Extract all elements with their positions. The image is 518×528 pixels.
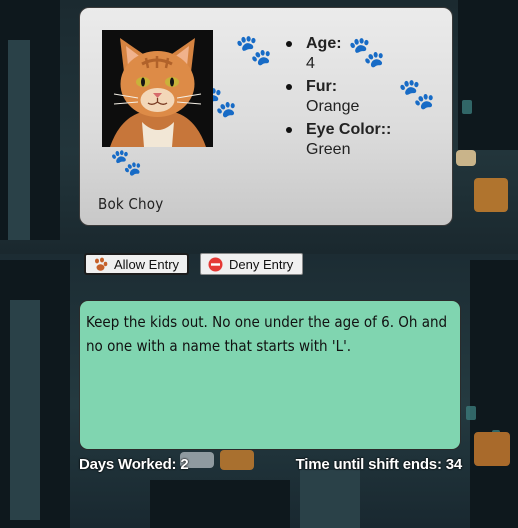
cat-profile-card: 🐾 🐾 🐾 🐾 🐾 Bok Choy Age: 4 Fur: Orange Ey… [79, 7, 453, 226]
cat-photo [102, 30, 213, 147]
attribute-value: Green [306, 141, 351, 158]
shift-timer: Time until shift ends: 34 [295, 456, 463, 473]
attribute-value: Orange [306, 98, 360, 115]
deny-entry-label: Deny Entry [229, 256, 294, 272]
tree-trunk [150, 480, 290, 528]
days-worked-counter: Days Worked: 2 [79, 456, 189, 473]
rules-panel: Keep the kids out. No one under the age … [79, 300, 461, 450]
allow-entry-label: Allow Entry [114, 256, 180, 272]
allow-entry-button[interactable]: Allow Entry [84, 253, 189, 275]
tree-trunk [458, 0, 518, 150]
attribute-eye-color: Eye Color:: Green [284, 120, 391, 160]
attribute-age: Age: 4 [284, 34, 391, 74]
leaf [462, 100, 472, 114]
rules-text: Keep the kids out. No one under the age … [86, 313, 448, 355]
paw-print-icon: 🐾 [235, 33, 273, 68]
tree-trunk [8, 40, 30, 240]
cat-name: Bok Choy [98, 195, 164, 213]
tree-trunk [10, 300, 40, 520]
tree-trunk [300, 470, 360, 528]
tree-trunk [470, 260, 518, 528]
paw-print-icon: 🐾 [398, 77, 436, 112]
deny-entry-button[interactable]: Deny Entry [200, 253, 303, 275]
attribute-label: Fur: [306, 78, 338, 95]
attribute-label: Age: [306, 35, 342, 52]
leaf [466, 406, 476, 420]
paw-print-icon: 🐾 [110, 148, 143, 178]
cat-face-icon [102, 30, 213, 147]
attribute-value: 4 [306, 55, 315, 72]
no-entry-icon [208, 257, 223, 272]
crate-prop [474, 432, 510, 466]
cat-attributes-list: Age: 4 Fur: Orange Eye Color:: Green [284, 34, 391, 163]
crate-prop [474, 178, 508, 212]
paw-icon [93, 257, 108, 272]
attribute-fur: Fur: Orange [284, 77, 391, 117]
crate-prop [220, 450, 254, 470]
attribute-label: Eye Color:: [306, 121, 392, 138]
bag-prop [456, 150, 476, 166]
